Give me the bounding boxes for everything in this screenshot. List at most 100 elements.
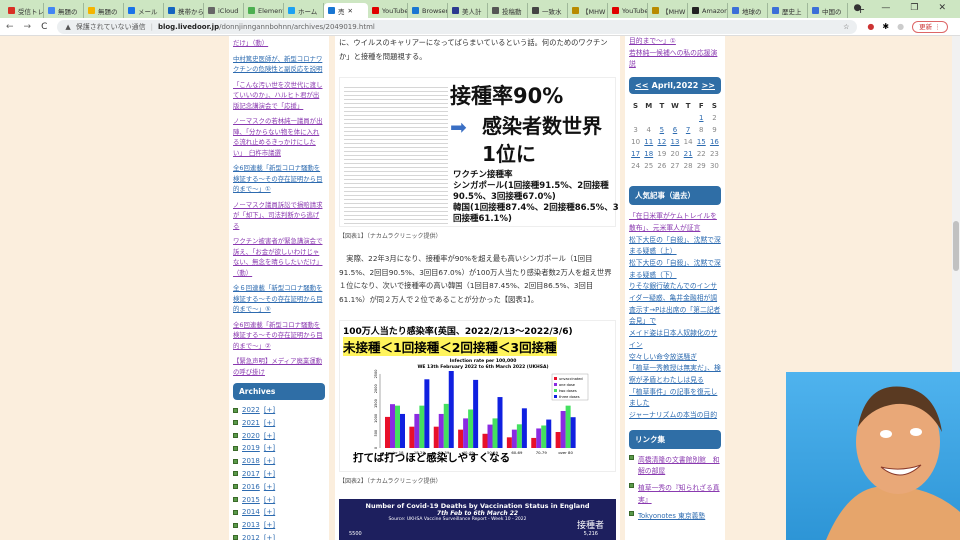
external-link[interactable]: 高橋清隆の文書館別館 和解の部屋 [638,455,721,478]
warning-icon[interactable]: ▲ [65,23,70,31]
restore-button[interactable]: ❐ [910,3,918,13]
reload-button[interactable]: C [41,22,47,32]
tab-3[interactable]: メール [124,3,164,18]
profile-icon[interactable]: ● [854,3,862,13]
archive-year-link[interactable]: 2022 [242,406,260,414]
popular-article-link[interactable]: 「植草一秀教授は無実だ」、検察が矛盾とわたしは見る [629,363,721,386]
archive-year-item[interactable]: 2021 [+] [233,419,325,427]
tab-15[interactable]: YouTube [608,3,648,18]
bookmark-star-icon[interactable]: ☆ [843,23,849,31]
sidebar-article-link[interactable]: ノーマスク議員訴訟で損賠請求が「却下」、司法判断から逃げる [233,200,325,232]
tab-17[interactable]: Amazon [688,3,728,18]
calendar-day[interactable]: 18 [642,148,655,160]
sidebar-article-link[interactable]: 若林純一候補への私の応援演説 [629,48,721,71]
tab-8[interactable]: 売 ✕ [324,3,368,18]
scrollbar-thumb[interactable] [953,221,959,271]
puzzle-icon[interactable]: ✱ [882,22,889,31]
tab-9[interactable]: YouTube [368,3,408,18]
tab-14[interactable]: 【MHW [568,3,608,18]
close-window-button[interactable]: ✕ [938,3,946,13]
archive-year-item[interactable]: 2020 [+] [233,432,325,440]
external-link-item[interactable]: 植草一秀の『知られざる真実』 [629,482,721,506]
tab-0[interactable]: 受信トレイ [4,3,44,18]
expand-toggle[interactable]: [+] [264,534,275,540]
tab-13[interactable]: 一致水 [528,3,568,18]
tab-4[interactable]: 携帯から [164,3,204,18]
tab-5[interactable]: iCloud [204,3,244,18]
external-link[interactable]: Tokyonotes 東京義塾 [638,511,705,523]
archive-year-link[interactable]: 2013 [242,521,260,529]
expand-toggle[interactable]: [+] [264,508,275,516]
archive-year-item[interactable]: 2019 [+] [233,444,325,452]
popular-article-link[interactable]: りそな銀行破たんでのインサイダー疑惑、亀井金融相が調査示す→Pは出席の「第二記者… [629,281,721,328]
expand-toggle[interactable]: [+] [264,496,275,504]
tab-7[interactable]: ホーム [284,3,324,18]
tab-12[interactable]: 投稿動 [488,3,528,18]
calendar-day[interactable]: 16 [708,136,721,148]
tab-1[interactable]: 無題の [44,3,84,18]
tab-10[interactable]: Browser [408,3,448,18]
popular-article-link[interactable]: 松下大臣の「自殺」、沈黙で深まる疑惑（下） [629,258,721,281]
tab-6[interactable]: Element [244,3,284,18]
url-input[interactable]: ▲ 保護されていない通信 | blog.livedoor.jp/donnjinng… [57,19,858,34]
next-month-link[interactable]: >> [702,81,715,90]
archive-year-link[interactable]: 2019 [242,444,260,452]
tab-18[interactable]: 地球の [728,3,768,18]
expand-toggle[interactable]: [+] [264,419,275,427]
popular-article-link[interactable]: メイド姿は日本人奴隷化のサイン [629,328,721,351]
back-button[interactable]: ← [6,22,14,32]
tab-16[interactable]: 【MHW [648,3,688,18]
expand-toggle[interactable]: [+] [264,457,275,465]
external-link[interactable]: 植草一秀の『知られざる真実』 [638,483,721,506]
minimize-button[interactable]: — [881,3,890,13]
archive-year-item[interactable]: 2014 [+] [233,508,325,516]
sidebar-article-link[interactable]: 「こんな汚い世を次世代に渡していいのか」、ハルヒト君が出版記念講演会で「応援」 [233,80,325,112]
archive-year-item[interactable]: 2017 [+] [233,470,325,478]
calendar-day[interactable]: 6 [668,124,681,136]
calendar-day[interactable]: 7 [682,124,695,136]
sidebar-article-link[interactable]: 全６回連載「新型コロナ騒動を検証する～その存在証明から目的まで～」⑤ [233,283,325,315]
expand-toggle[interactable]: [+] [264,470,275,478]
calendar-day[interactable]: 5 [655,124,668,136]
close-tab-icon[interactable]: ✕ [348,7,353,15]
tab-2[interactable]: 無題の [84,3,124,18]
archive-year-link[interactable]: 2016 [242,483,260,491]
expand-toggle[interactable]: [+] [264,432,275,440]
calendar-day[interactable]: 21 [682,148,695,160]
calendar-day[interactable]: 13 [668,136,681,148]
archive-year-item[interactable]: 2013 [+] [233,521,325,529]
archive-year-link[interactable]: 2015 [242,496,260,504]
archive-year-item[interactable]: 2016 [+] [233,483,325,491]
tab-19[interactable]: 歴史上 [768,3,808,18]
sidebar-article-link[interactable]: 目的まで～」① [629,36,721,48]
avatar[interactable]: ● [897,22,904,31]
popular-article-link[interactable]: 松下大臣の「自殺」、沈黙で深まる疑惑（上） [629,235,721,258]
archive-year-link[interactable]: 2018 [242,457,260,465]
sidebar-article-link[interactable]: 全6回連載「新型コロナ騒動を検証する～その存在証明から目的まで～」② [233,320,325,352]
popular-article-link[interactable]: 「在日米軍がケムトレイルを散布」、元米軍人が証言 [629,211,721,234]
expand-toggle[interactable]: [+] [264,444,275,452]
sidebar-article-link[interactable]: 【緊急声明】メディア廃業運動の呼び掛け [233,356,325,377]
calendar-day[interactable]: 17 [629,148,642,160]
sidebar-article-link[interactable]: ワクチン被害者が緊急講演会で訴え、「お金が欲しいわけじゃない、無念を晴らしたいだ… [233,236,325,278]
tab-11[interactable]: 美人計 [448,3,488,18]
archive-year-item[interactable]: 2022 [+] [233,406,325,414]
popular-article-link[interactable]: 空々しい命令放送騒ぎ [629,352,721,364]
external-link-item[interactable]: 高橋清隆の文書館別館 和解の部屋 [629,454,721,478]
expand-toggle[interactable]: [+] [264,521,275,529]
popular-article-link[interactable]: ジャーナリズムの本当の目的 [629,410,721,422]
calendar-day[interactable]: 12 [655,136,668,148]
sidebar-article-link[interactable]: 中村篤史医師が、新型コロナワクチンの危険性と副反応を説明 [233,54,325,75]
extension-icon[interactable]: ● [867,22,874,31]
expand-toggle[interactable]: [+] [264,406,275,414]
archive-year-link[interactable]: 2014 [242,508,260,516]
sidebar-article-link[interactable]: 全6回連載「新型コロナ騒動を検証する～その存在証明から目的まで～」① [233,163,325,195]
archive-year-link[interactable]: 2017 [242,470,260,478]
archive-year-link[interactable]: 2021 [242,419,260,427]
archive-year-item[interactable]: 2015 [+] [233,496,325,504]
archive-year-link[interactable]: 2012 [242,534,260,540]
prev-month-link[interactable]: << [635,81,648,90]
expand-toggle[interactable]: [+] [264,483,275,491]
popular-article-link[interactable]: 「植草事件」の記事を復元しました [629,387,721,410]
archive-year-link[interactable]: 2020 [242,432,260,440]
